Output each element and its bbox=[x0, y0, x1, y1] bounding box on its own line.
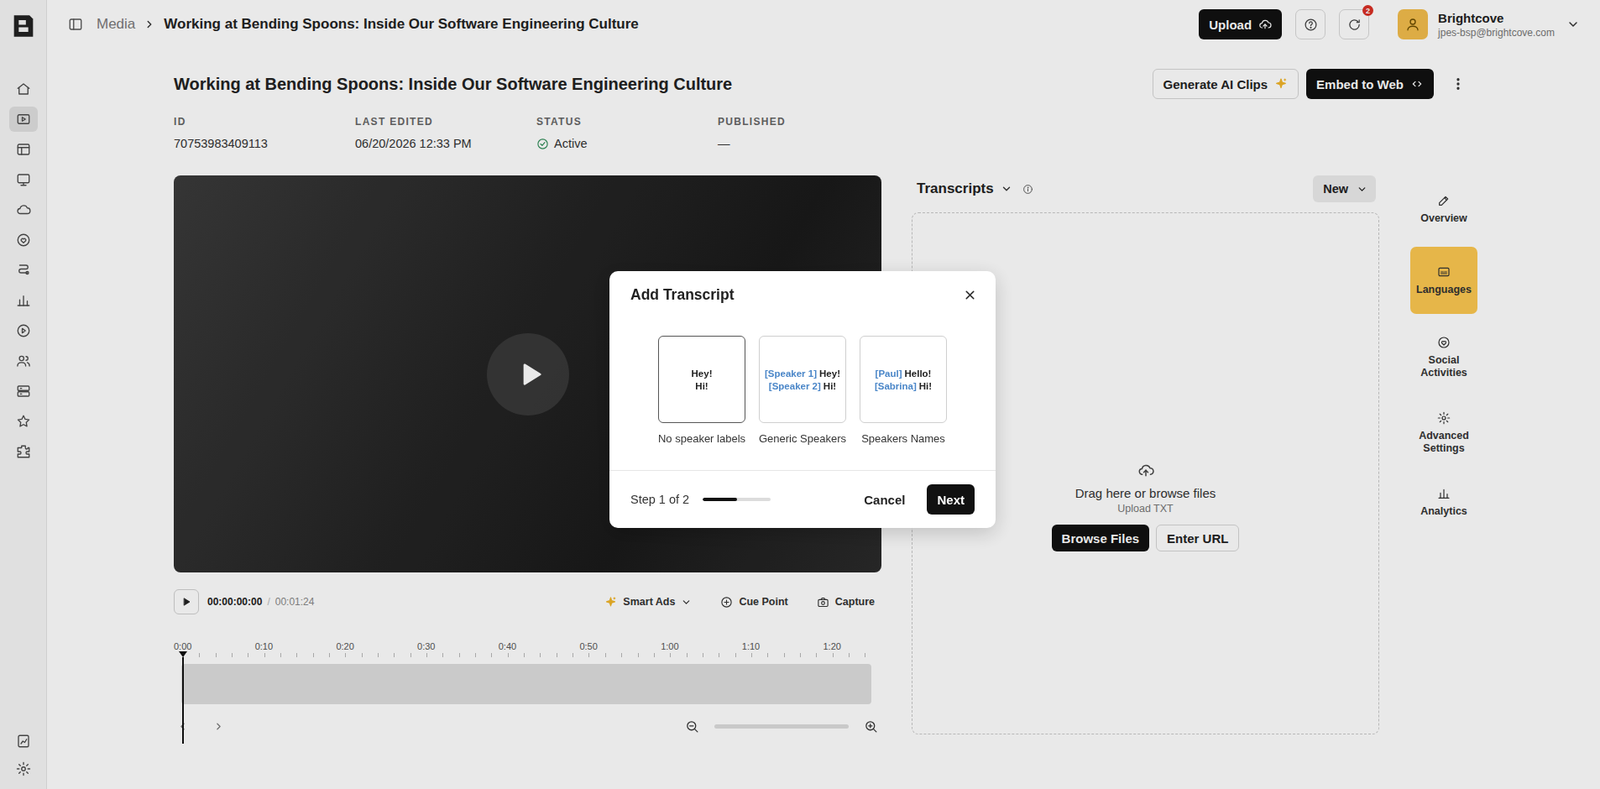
speaker-options: Hey!Hi!No speaker labels[Speaker 1]Hey![… bbox=[609, 335, 996, 445]
sample-text: Hello! bbox=[904, 368, 932, 379]
sample-line: [Sabrina]Hi! bbox=[874, 381, 932, 392]
dialog-footer: Step 1 of 2 Cancel Next bbox=[609, 470, 996, 529]
speaker-label: [Sabrina] bbox=[874, 381, 917, 392]
dialog-header: Add Transcript bbox=[609, 271, 996, 304]
sample-text: Hey! bbox=[819, 368, 841, 379]
speaker-option[interactable]: [Speaker 1]Hey! [Speaker 2]Hi! Generic Spe… bbox=[758, 335, 847, 445]
sample-line: [Speaker 1]Hey! bbox=[764, 368, 841, 379]
next-button[interactable]: Next bbox=[926, 484, 975, 515]
modal-backdrop: Add Transcript Hey! Hi! No speaker labels [S… bbox=[0, 0, 1600, 789]
option-card[interactable]: [Speaker 1]Hey! [Speaker 2]Hi! bbox=[758, 335, 847, 424]
sample-text: Hey! bbox=[691, 368, 713, 379]
sample-text: Hi! bbox=[823, 381, 837, 392]
step-progress bbox=[702, 497, 771, 502]
dialog-title: Add Transcript bbox=[630, 286, 963, 304]
speaker-option[interactable]: Hey! Hi! No speaker labels bbox=[658, 335, 746, 445]
speaker-label: [Paul] bbox=[875, 368, 903, 379]
sample-line: [Speaker 2]Hi! bbox=[768, 381, 837, 392]
sample-text: Hi! bbox=[695, 381, 708, 392]
option-card[interactable]: Hey! Hi! bbox=[658, 335, 746, 424]
sample-line: Hey! bbox=[691, 368, 713, 379]
option-label: Speakers Names bbox=[861, 432, 946, 445]
step-indicator: Step 1 of 2 bbox=[630, 492, 690, 507]
option-label: No speaker labels bbox=[658, 432, 746, 445]
speaker-label: [Speaker 2] bbox=[768, 381, 821, 392]
add-transcript-dialog: Add Transcript Hey! Hi! No speaker labels [S… bbox=[609, 271, 996, 529]
step-progress-fill bbox=[702, 497, 738, 502]
close-icon bbox=[962, 287, 978, 303]
sample-line: Hi! bbox=[695, 381, 708, 392]
option-card[interactable]: [Paul]Hello! [Sabrina]Hi! bbox=[859, 335, 947, 424]
sample-line: [Paul]Hello! bbox=[875, 368, 932, 379]
sample-text: Hi! bbox=[919, 381, 932, 392]
option-label: Generic Speakers bbox=[758, 432, 847, 445]
speaker-label: [Speaker 1] bbox=[764, 368, 817, 379]
cancel-button[interactable]: Cancel bbox=[857, 486, 912, 514]
close-button[interactable] bbox=[962, 287, 978, 303]
speaker-option[interactable]: [Paul]Hello! [Sabrina]Hi! Speakers Names bbox=[859, 335, 947, 445]
